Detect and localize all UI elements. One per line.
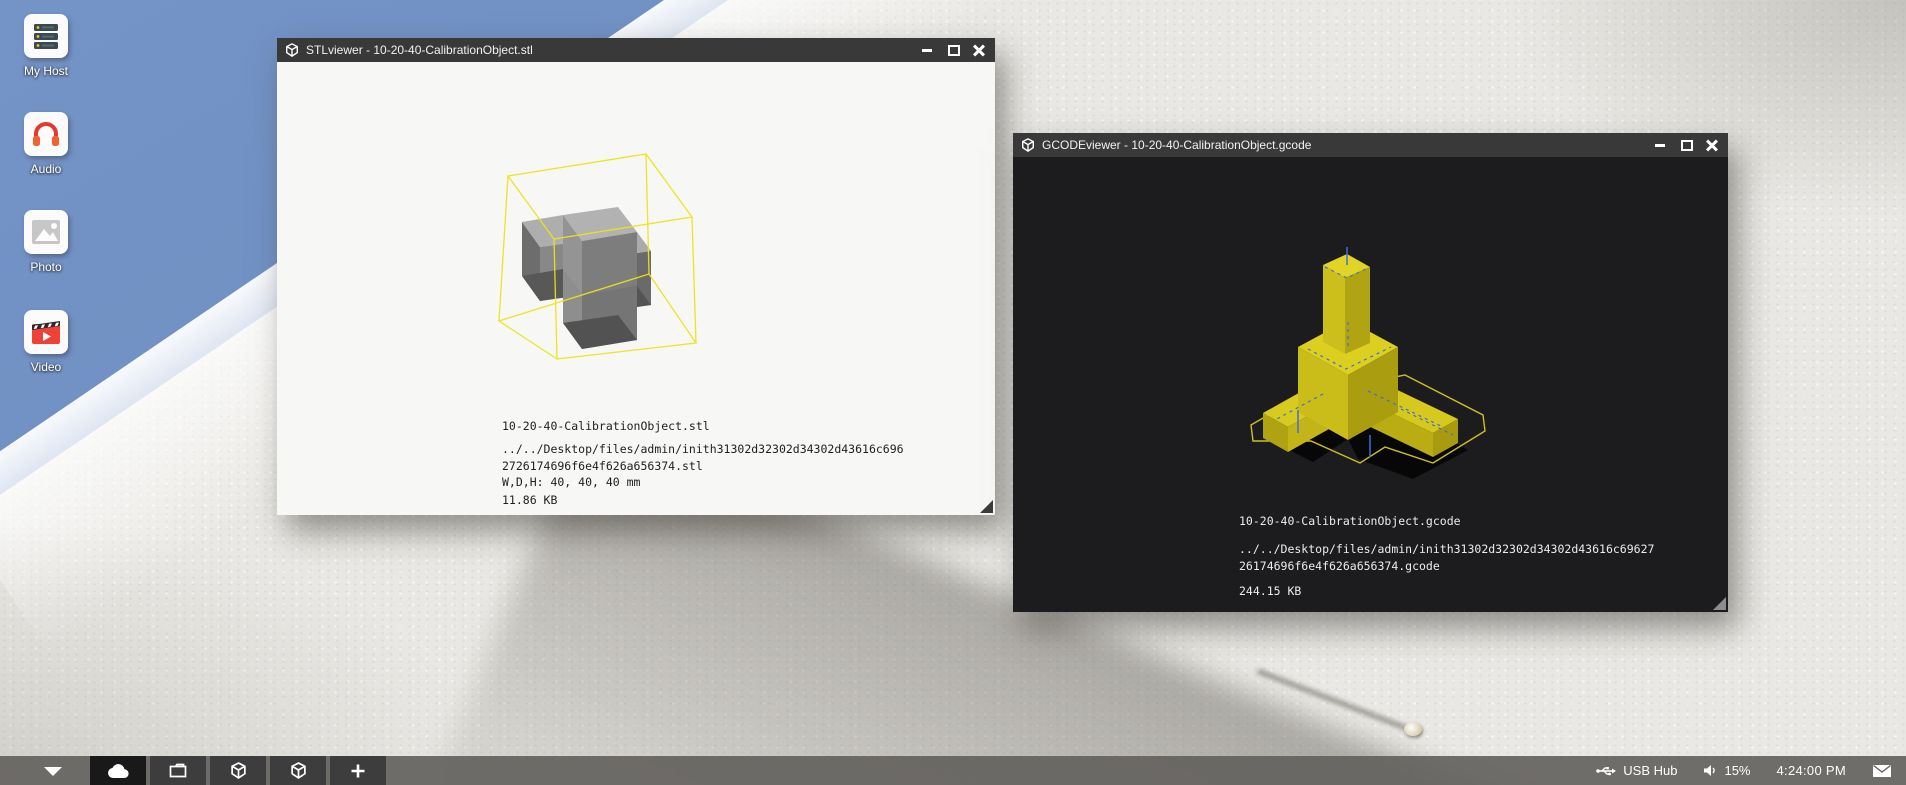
stlviewer-window: STLviewer - 10-20-40-CalibrationObject.s… xyxy=(277,38,995,515)
usb-label: USB Hub xyxy=(1623,763,1677,778)
desktop: My Host Audio Photo xyxy=(0,0,1906,785)
speaker-icon xyxy=(1703,764,1717,777)
cube-icon xyxy=(290,762,307,779)
cube-app-icon xyxy=(285,43,299,57)
window-title: STLviewer - 10-20-40-CalibrationObject.s… xyxy=(306,43,914,57)
taskbar-item-gcodeviewer[interactable] xyxy=(270,756,326,785)
server-icon xyxy=(24,14,68,58)
desktop-icon-audio[interactable]: Audio xyxy=(8,112,84,176)
usb-icon xyxy=(1596,765,1616,777)
cube-icon xyxy=(230,762,247,779)
gcodeviewer-window: GCODEviewer - 10-20-40-CalibrationObject… xyxy=(1013,133,1728,612)
minimize-icon[interactable] xyxy=(1654,139,1666,151)
envelope-icon xyxy=(1872,764,1892,778)
clock[interactable]: 4:24:00 PM xyxy=(1777,763,1847,778)
gcode-filesize: 244.15 KB xyxy=(1239,583,1301,600)
gcode-viewport[interactable]: 10-20-40-CalibrationObject.gcode ../../D… xyxy=(1013,157,1728,612)
taskbar-item-stlviewer[interactable] xyxy=(210,756,266,785)
window-controls xyxy=(1654,139,1720,151)
taskbar-item-cloud[interactable] xyxy=(90,756,146,785)
stl-path-line1: ../../Desktop/files/admin/inith31302d323… xyxy=(502,441,904,458)
stl-filesize: 11.86 KB xyxy=(502,492,557,509)
maximize-icon[interactable] xyxy=(1680,139,1692,151)
cube-app-icon xyxy=(1021,138,1035,152)
window-controls xyxy=(921,44,987,56)
taskbar-item-files[interactable] xyxy=(150,756,206,785)
cloud-icon xyxy=(106,763,130,779)
taskbar-status-area: USB Hub 15% 4:24:00 PM xyxy=(1596,756,1892,785)
wall-pipe xyxy=(1404,722,1422,736)
desktop-icon-label: My Host xyxy=(8,64,84,78)
taskbar-items xyxy=(90,756,386,785)
desktop-icon-label: Audio xyxy=(8,162,84,176)
stl-dimensions: W,D,H: 40, 40, 40 mm xyxy=(502,474,640,491)
minimize-icon[interactable] xyxy=(921,44,933,56)
taskbar-menu-chevron-down-icon[interactable] xyxy=(44,767,62,776)
stl-viewport[interactable]: 10-20-40-CalibrationObject.stl ../../Des… xyxy=(277,62,995,515)
desktop-icon-label: Photo xyxy=(8,260,84,274)
stl-path-line2: 2726174696f6e4f626a656374.stl xyxy=(502,458,703,475)
gcodeviewer-titlebar[interactable]: GCODEviewer - 10-20-40-CalibrationObject… xyxy=(1013,133,1728,157)
plus-icon xyxy=(350,763,366,779)
desktop-icon-photo[interactable]: Photo xyxy=(8,210,84,274)
gcode-path-line1: ../../Desktop/files/admin/inith31302d323… xyxy=(1239,541,1654,558)
close-icon[interactable] xyxy=(973,44,985,56)
window-title: GCODEviewer - 10-20-40-CalibrationObject… xyxy=(1042,138,1647,152)
stl-filename: 10-20-40-CalibrationObject.stl xyxy=(502,418,710,435)
headphones-icon xyxy=(24,112,68,156)
notifications[interactable] xyxy=(1872,764,1892,778)
desktop-icon-video[interactable]: Video xyxy=(8,310,84,374)
desktop-icon-my-host[interactable]: My Host xyxy=(8,14,84,78)
resize-grip[interactable] xyxy=(1713,597,1726,610)
usb-status[interactable]: USB Hub xyxy=(1596,763,1677,778)
clock-time: 4:24:00 PM xyxy=(1777,763,1847,778)
volume-level: 15% xyxy=(1724,763,1750,778)
image-icon xyxy=(24,210,68,254)
taskbar-item-new[interactable] xyxy=(330,756,386,785)
stlviewer-titlebar[interactable]: STLviewer - 10-20-40-CalibrationObject.s… xyxy=(277,38,995,62)
resize-grip[interactable] xyxy=(980,500,993,513)
taskbar: USB Hub 15% 4:24:00 PM xyxy=(0,756,1906,785)
gcode-path-line2: 26174696f6e4f626a656374.gcode xyxy=(1239,558,1440,575)
gcode-filename: 10-20-40-CalibrationObject.gcode xyxy=(1239,513,1461,530)
volume-status[interactable]: 15% xyxy=(1703,763,1750,778)
clapperboard-icon xyxy=(24,310,68,354)
desktop-icon-label: Video xyxy=(8,360,84,374)
maximize-icon[interactable] xyxy=(947,44,959,56)
folder-icon xyxy=(169,763,187,778)
close-icon[interactable] xyxy=(1706,139,1718,151)
